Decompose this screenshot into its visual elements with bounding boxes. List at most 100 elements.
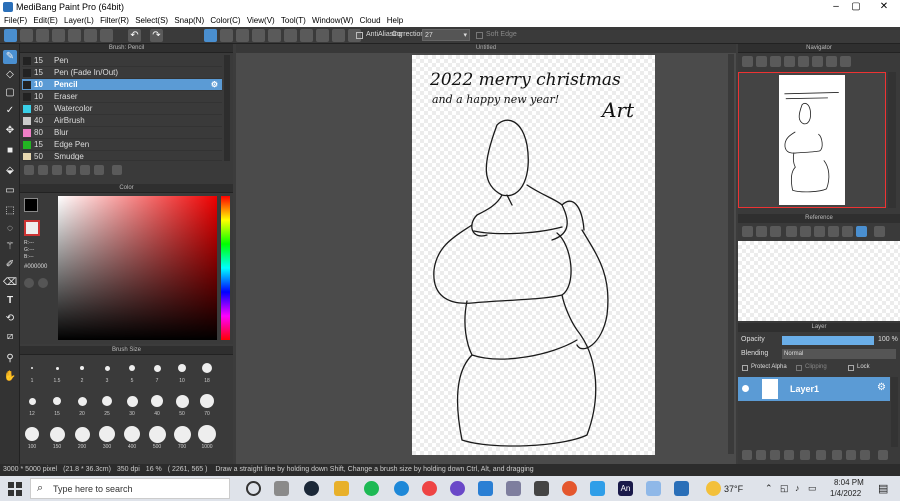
brush-item-smudge[interactable]: 50 Smudge xyxy=(22,151,222,161)
brush-settings-icon[interactable] xyxy=(80,165,90,175)
file-explorer-icon[interactable] xyxy=(334,481,349,496)
brush-item-edge-pen[interactable]: 15 Edge Pen xyxy=(22,139,222,151)
reference-close-icon[interactable] xyxy=(770,226,781,237)
task-view-icon[interactable] xyxy=(246,481,261,496)
export-icon[interactable] xyxy=(84,29,97,42)
menu-cloud[interactable]: Cloud xyxy=(360,16,381,25)
eyedropper-icon[interactable]: ⚲ xyxy=(3,352,17,366)
brush-size-dot[interactable] xyxy=(77,396,87,406)
minimize-button[interactable]: – xyxy=(826,1,846,12)
app-icon-b[interactable] xyxy=(534,481,549,496)
brush-size-dot[interactable] xyxy=(99,426,115,442)
snap-settings-icon[interactable] xyxy=(316,29,329,42)
canvas-scrollbar[interactable] xyxy=(728,54,734,454)
widgets-icon[interactable] xyxy=(274,481,289,496)
vanishing-snap-icon[interactable] xyxy=(252,29,265,42)
flip-icon[interactable] xyxy=(840,56,851,67)
brush-size-dot[interactable] xyxy=(198,425,216,443)
brush-size-dot[interactable] xyxy=(151,395,163,407)
clock-time[interactable]: 8:04 PM xyxy=(834,478,864,487)
reference-open-icon[interactable] xyxy=(756,226,767,237)
menu-edit[interactable]: Edit(E) xyxy=(33,16,57,25)
brush-tool-icon[interactable]: ✎ xyxy=(3,50,17,64)
duplicate-brush-icon[interactable] xyxy=(66,165,76,175)
menu-snap[interactable]: Snap(N) xyxy=(174,16,204,25)
app-icon-a[interactable] xyxy=(506,481,521,496)
layer-folder-icon[interactable] xyxy=(800,450,810,460)
reference-cloud-icon[interactable] xyxy=(742,226,753,237)
notification-icon[interactable]: ▤ xyxy=(878,482,888,495)
brush-size-dot[interactable] xyxy=(53,397,61,405)
add-8bit-layer-icon[interactable] xyxy=(784,450,794,460)
add-brush-icon[interactable] xyxy=(38,165,48,175)
eraser-tool-icon[interactable]: ◇ xyxy=(3,68,17,82)
dot-tool-icon[interactable]: ▢ xyxy=(3,86,17,100)
steam-icon[interactable] xyxy=(304,481,319,496)
copy-brush-icon[interactable] xyxy=(52,165,62,175)
correction-select[interactable]: 27 ▾ xyxy=(422,29,470,41)
operation-tool-icon[interactable]: ⟲ xyxy=(3,312,17,326)
fill-tool-icon[interactable]: ⬙ xyxy=(3,164,17,178)
antialiasing-checkbox[interactable] xyxy=(356,32,363,39)
brush-size-dot[interactable] xyxy=(104,365,110,371)
brush-size-dot[interactable] xyxy=(31,367,33,369)
menu-view[interactable]: View(V) xyxy=(247,16,275,25)
brush-item-blur[interactable]: 80 Blur xyxy=(22,127,222,139)
menu-filter[interactable]: Filter(R) xyxy=(100,16,129,25)
zoom-fit-icon[interactable] xyxy=(770,56,781,67)
app-icon-d[interactable] xyxy=(590,481,605,496)
rotate-left-icon[interactable] xyxy=(798,56,809,67)
clipping-checkbox[interactable] xyxy=(796,365,802,371)
text-tool-icon[interactable]: T xyxy=(3,294,17,308)
layer-down-icon[interactable] xyxy=(860,450,870,460)
clock-date[interactable]: 1/4/2022 xyxy=(830,489,861,498)
medibang-taskbar-icon[interactable] xyxy=(674,481,689,496)
reference-eyedropper-icon[interactable] xyxy=(842,226,853,237)
divide-tool-icon[interactable]: ⧄ xyxy=(3,330,17,344)
cross-snap-icon[interactable] xyxy=(236,29,249,42)
layer-up-icon[interactable] xyxy=(846,450,856,460)
reference-view[interactable] xyxy=(738,241,900,321)
menu-file[interactable]: File(F) xyxy=(4,16,27,25)
reference-reset-icon[interactable] xyxy=(828,226,839,237)
brush-item-pen[interactable]: 15 Pen xyxy=(22,55,222,67)
rotate-right-icon[interactable] xyxy=(812,56,823,67)
brush-item-pen-fade[interactable]: 15 Pen (Fade In/Out) xyxy=(22,67,222,79)
menu-help[interactable]: Help xyxy=(387,16,403,25)
layer-settings-icon[interactable]: ⚙ xyxy=(877,382,886,393)
reference-hand-icon[interactable] xyxy=(856,226,867,237)
brush-item-pencil[interactable]: 10 Pencil ⚙ xyxy=(22,79,222,91)
comment-icon[interactable] xyxy=(52,29,65,42)
animate-icon[interactable]: An xyxy=(618,481,633,496)
menu-color[interactable]: Color(C) xyxy=(210,16,240,25)
navigator-preview[interactable] xyxy=(738,72,886,208)
brush-item-eraser[interactable]: 10 Eraser xyxy=(22,91,222,103)
brush-size-dot[interactable] xyxy=(55,366,59,370)
brush-item-watercolor[interactable]: 80 Watercolor xyxy=(22,103,222,115)
save-icon[interactable] xyxy=(68,29,81,42)
maximize-button[interactable]: ▢ xyxy=(846,1,866,12)
transparent-color-swatch[interactable] xyxy=(24,220,40,236)
brush-list-scrollbar[interactable] xyxy=(224,55,230,161)
radial-snap-icon[interactable] xyxy=(268,29,281,42)
reference-zoom-in-icon[interactable] xyxy=(800,226,811,237)
brush-size-dot[interactable] xyxy=(28,397,36,405)
layer-scrollbar[interactable] xyxy=(891,377,898,447)
cloud-icon[interactable] xyxy=(4,29,17,42)
brush-size-dot[interactable] xyxy=(175,394,189,408)
edge-icon[interactable] xyxy=(394,481,409,496)
brush-item-airbrush[interactable]: 40 AirBrush xyxy=(22,115,222,127)
zoom-in-icon[interactable] xyxy=(742,56,753,67)
add-layer-icon[interactable] xyxy=(742,450,752,460)
canvas-tab[interactable]: Untitled xyxy=(236,44,736,53)
select-eraser-icon[interactable]: ⌫ xyxy=(3,276,17,290)
add-1bit-layer-icon[interactable] xyxy=(770,450,780,460)
magic-wand-icon[interactable]: ⚚ xyxy=(3,240,17,254)
menu-window[interactable]: Window(W) xyxy=(312,16,353,25)
brush-size-dot[interactable] xyxy=(148,425,166,443)
brush-size-dot[interactable] xyxy=(178,364,186,372)
spotify-icon[interactable] xyxy=(364,481,379,496)
cloud-brush-icon[interactable] xyxy=(24,165,34,175)
rectangle-tool-icon[interactable]: ■ xyxy=(3,144,17,158)
navigator-scrollbar[interactable] xyxy=(888,72,896,208)
